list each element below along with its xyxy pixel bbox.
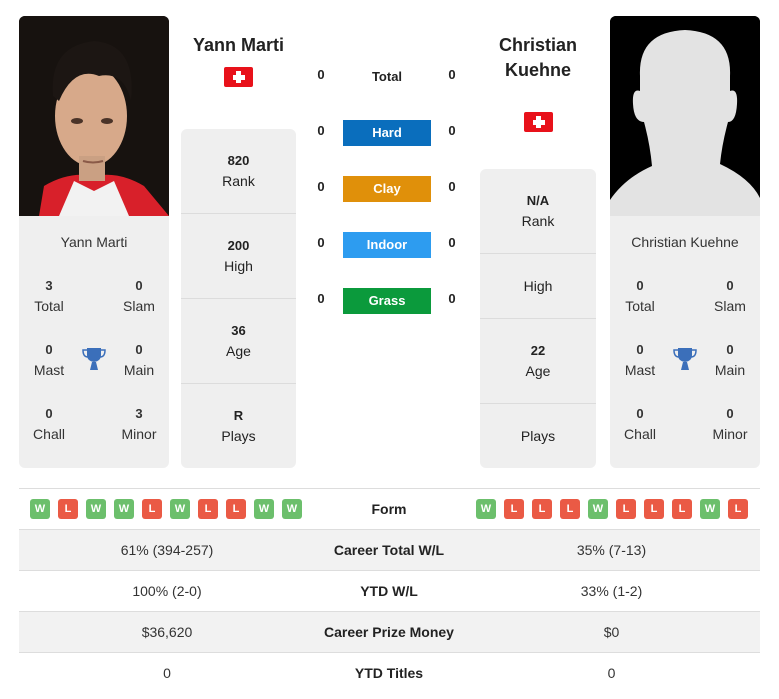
h2h-grass-p1: 0 — [317, 291, 325, 306]
player1-value: 100% (2-0) — [132, 583, 202, 599]
switzerland-flag-icon — [524, 112, 553, 132]
form-win-badge[interactable]: W — [476, 499, 496, 519]
player2-titles-slam: 0 Slam — [714, 278, 746, 314]
player1-photo — [19, 16, 169, 216]
player2-photo — [610, 16, 760, 216]
surface-grass-button[interactable]: Grass — [343, 288, 431, 314]
form-loss-badge[interactable]: L — [644, 499, 664, 519]
form-win-badge[interactable]: W — [254, 499, 274, 519]
form-label: Form — [371, 501, 407, 517]
player2-name-line2: Kuehne — [504, 60, 571, 80]
player2-titles-main: 0 Main — [714, 342, 746, 378]
player2-rank: N/A Rank — [521, 193, 555, 229]
form-loss-badge[interactable]: L — [616, 499, 636, 519]
h2h-hard-p1: 0 — [317, 123, 325, 138]
h2h-grass-p2: 0 — [448, 291, 456, 306]
h2h-clay-p1: 0 — [317, 179, 325, 194]
form-win-badge[interactable]: W — [114, 499, 134, 519]
form-win-badge[interactable]: W — [700, 499, 720, 519]
divider — [181, 383, 296, 384]
table-row: 100% (2-0) YTD W/L 33% (1-2) — [19, 570, 760, 611]
player1-titles-main: 0 Main — [123, 342, 155, 378]
player1-age: 36 Age — [226, 323, 251, 359]
player1-titles-chall: 0 Chall — [33, 406, 65, 442]
h2h-indoor-p2: 0 — [448, 235, 456, 250]
player1-high: 200 High — [224, 238, 253, 274]
form-loss-badge[interactable]: L — [58, 499, 78, 519]
form-loss-badge[interactable]: L — [226, 499, 246, 519]
surface-clay-button[interactable]: Clay — [343, 176, 431, 202]
player2-value: 33% (1-2) — [580, 583, 643, 599]
player2-value: $0 — [603, 624, 620, 640]
trophy-icon — [82, 346, 106, 377]
row-label: Career Total W/L — [333, 542, 445, 558]
table-row: 61% (394-257) Career Total W/L 35% (7-13… — [19, 529, 760, 570]
surface-indoor-button[interactable]: Indoor — [343, 232, 431, 258]
h2h-clay-p2: 0 — [448, 179, 456, 194]
player2-value: 35% (7-13) — [576, 542, 647, 558]
player1-titles-slam: 0 Slam — [123, 278, 155, 314]
player1-titles-mast: 0 Mast — [33, 342, 65, 378]
player2-titles-chall: 0 Chall — [624, 406, 656, 442]
player2-plays: Plays — [520, 428, 556, 444]
row-label: YTD Titles — [354, 665, 424, 681]
form-loss-badge[interactable]: L — [560, 499, 580, 519]
h2h-total-p2: 0 — [448, 67, 456, 82]
player2-form: WLLLWLLLWL — [476, 489, 773, 529]
h2h-total-p1: 0 — [317, 67, 325, 82]
h2h-total-label: Total — [371, 69, 403, 84]
player1-name[interactable]: Yann Marti — [181, 33, 296, 58]
divider — [181, 298, 296, 299]
form-row: WLWWLWLLWW Form WLLLWLLLWL — [19, 488, 760, 529]
player1-portrait-icon — [19, 16, 169, 216]
player2-titles-mast: 0 Mast — [624, 342, 656, 378]
trophy-icon — [673, 346, 697, 377]
player1-plays: R Plays — [221, 408, 256, 444]
divider — [480, 318, 596, 319]
divider — [480, 403, 596, 404]
form-loss-badge[interactable]: L — [728, 499, 748, 519]
divider — [181, 213, 296, 214]
player2-high: High — [523, 278, 553, 294]
switzerland-flag-icon — [224, 67, 253, 87]
h2h-hard-p2: 0 — [448, 123, 456, 138]
player2-card: Christian Kuehne 0 Total 0 Slam 0 Mast 0 Mai… — [610, 216, 760, 468]
table-row: $36,620 Career Prize Money $0 — [19, 611, 760, 652]
player2-name-line1: Christian — [498, 35, 577, 55]
form-win-badge[interactable]: W — [86, 499, 106, 519]
player1-value: 61% (394-257) — [120, 542, 214, 558]
player2-titles-minor: 0 Minor — [712, 406, 748, 442]
player1-card-name: Yann Marti — [60, 234, 128, 250]
form-win-badge[interactable]: W — [170, 499, 190, 519]
player1-form: WLWWLWLLWW — [19, 489, 315, 529]
player2-value: 0 — [607, 665, 616, 681]
form-loss-badge[interactable]: L — [532, 499, 552, 519]
silhouette-icon — [610, 16, 760, 216]
player2-card-name: Christian Kuehne — [631, 234, 739, 250]
form-loss-badge[interactable]: L — [672, 499, 692, 519]
player1-titles-minor: 3 Minor — [121, 406, 157, 442]
row-label: YTD W/L — [360, 583, 418, 599]
player2-age: 22 Age — [525, 343, 551, 379]
row-label: Career Prize Money — [324, 624, 454, 640]
player1-card: Yann Marti 3 Total 0 Slam 0 Mast 0 Main 0 Cha… — [19, 216, 169, 468]
table-row: 0 YTD Titles 0 — [19, 652, 760, 693]
form-win-badge[interactable]: W — [30, 499, 50, 519]
player2-stats-card: N/A Rank High 22 Age Plays — [480, 169, 596, 468]
player1-titles-total: 3 Total — [34, 278, 64, 314]
player1-stats-card: 820 Rank 200 High 36 Age R Plays — [181, 129, 296, 468]
form-loss-badge[interactable]: L — [142, 499, 162, 519]
form-win-badge[interactable]: W — [588, 499, 608, 519]
player1-rank: 820 Rank — [222, 153, 255, 189]
player2-name[interactable]: Christian Kuehne — [480, 33, 596, 83]
player1-value: $36,620 — [141, 624, 193, 640]
form-loss-badge[interactable]: L — [504, 499, 524, 519]
divider — [480, 253, 596, 254]
surface-hard-button[interactable]: Hard — [343, 120, 431, 146]
h2h-indoor-p1: 0 — [317, 235, 325, 250]
player1-value: 0 — [163, 665, 171, 681]
player2-titles-total: 0 Total — [625, 278, 655, 314]
form-loss-badge[interactable]: L — [198, 499, 218, 519]
form-win-badge[interactable]: W — [282, 499, 302, 519]
